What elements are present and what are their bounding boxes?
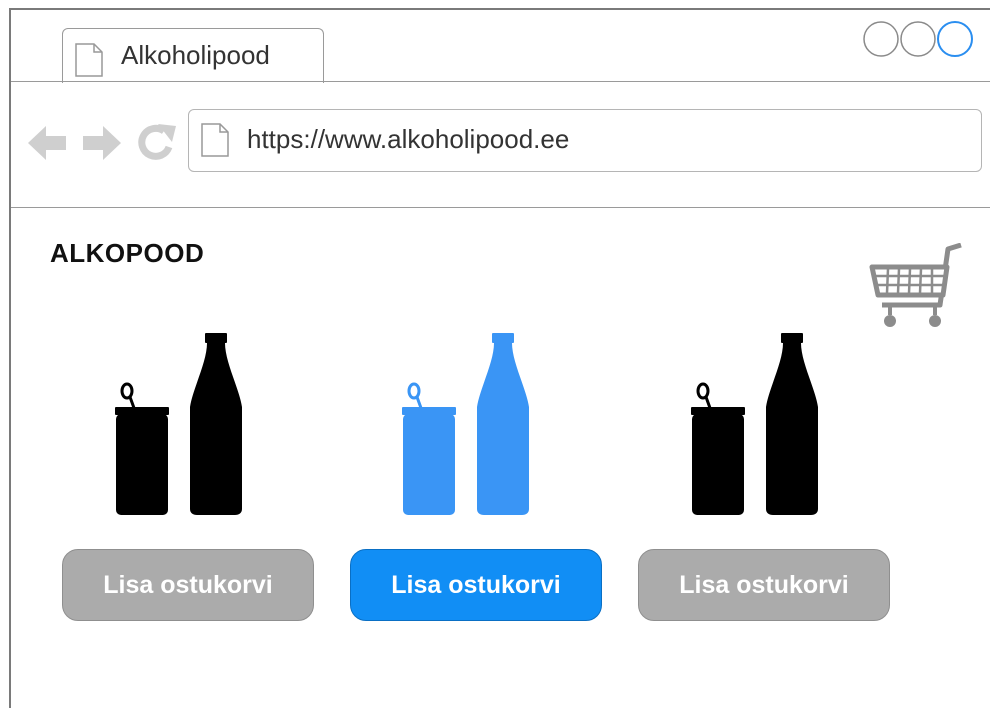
page-icon <box>75 43 103 77</box>
add-to-cart-button[interactable]: Lisa ostukorvi <box>350 549 602 621</box>
page-icon <box>201 123 229 157</box>
maximize-button[interactable] <box>900 21 936 57</box>
window-controls <box>863 21 973 57</box>
url-text: https://www.alkoholipood.ee <box>247 124 570 154</box>
can-and-bottle-icon <box>402 333 529 515</box>
address-bar[interactable]: https://www.alkoholipood.ee <box>188 109 982 172</box>
tabstrip-divider <box>11 81 990 82</box>
minimize-button[interactable] <box>863 21 899 57</box>
tab-title: Alkoholipood <box>121 40 270 70</box>
can-and-bottle-icon <box>691 333 818 515</box>
back-arrow-icon[interactable] <box>26 122 68 164</box>
toolbar-divider <box>11 207 990 208</box>
close-button[interactable] <box>937 21 973 57</box>
can-and-bottle-icon <box>115 333 242 515</box>
forward-arrow-icon[interactable] <box>81 122 123 164</box>
add-to-cart-button[interactable]: Lisa ostukorvi <box>62 549 314 621</box>
browser-tab[interactable]: Alkoholipood <box>62 28 324 83</box>
site-logo[interactable]: ALKOPOOD <box>50 238 204 269</box>
add-to-cart-button[interactable]: Lisa ostukorvi <box>638 549 890 621</box>
shopping-cart-icon[interactable] <box>868 243 964 339</box>
reload-icon[interactable] <box>136 122 178 164</box>
